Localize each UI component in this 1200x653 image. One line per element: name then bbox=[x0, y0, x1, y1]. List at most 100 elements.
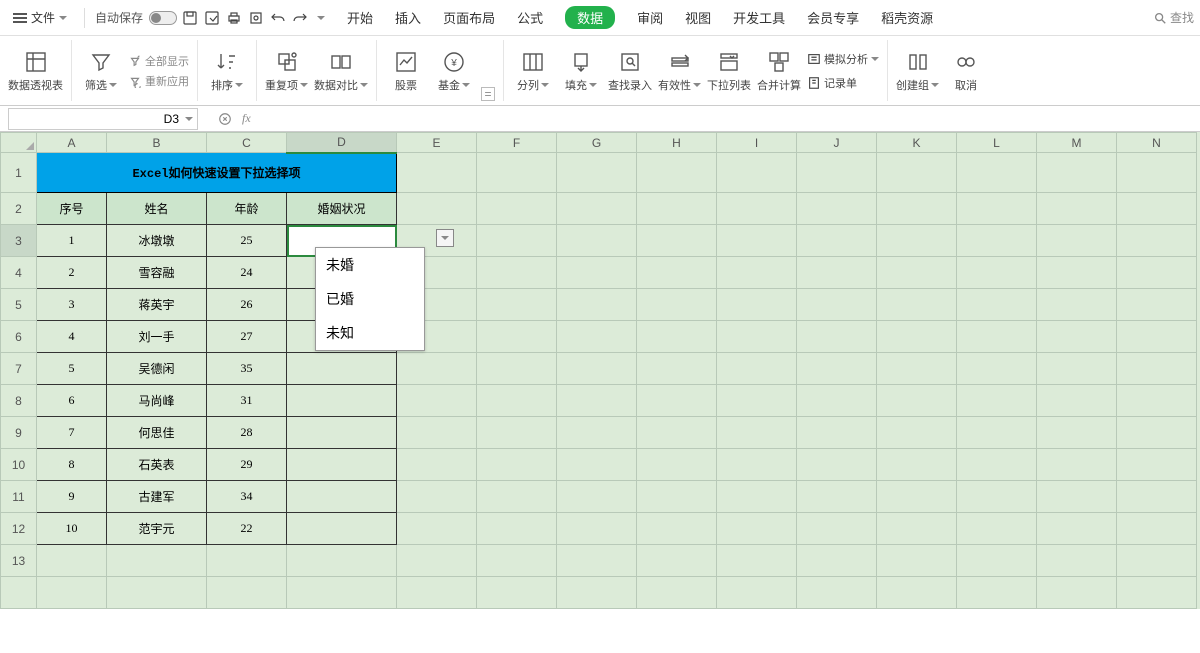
cell[interactable] bbox=[207, 545, 287, 577]
group-button[interactable]: 创建组 bbox=[896, 49, 939, 93]
cell[interactable] bbox=[1037, 449, 1117, 481]
cell[interactable] bbox=[477, 289, 557, 321]
cell[interactable] bbox=[1037, 385, 1117, 417]
undo-icon[interactable] bbox=[269, 9, 287, 27]
cell[interactable] bbox=[287, 545, 397, 577]
cell[interactable] bbox=[877, 353, 957, 385]
cell[interactable] bbox=[797, 257, 877, 289]
cell[interactable] bbox=[957, 257, 1037, 289]
cell[interactable] bbox=[397, 193, 477, 225]
cell[interactable] bbox=[717, 225, 797, 257]
tab-审阅[interactable]: 审阅 bbox=[637, 6, 663, 29]
data-cell[interactable]: 范宇元 bbox=[107, 513, 207, 545]
data-cell[interactable]: 石英表 bbox=[107, 449, 207, 481]
record-form-button[interactable]: 记录单 bbox=[807, 75, 879, 91]
cell[interactable] bbox=[957, 385, 1037, 417]
column-header[interactable]: H bbox=[637, 133, 717, 153]
dedup-button[interactable]: 重复项 bbox=[265, 49, 308, 93]
data-cell[interactable]: 34 bbox=[207, 481, 287, 513]
data-cell[interactable]: 古建军 bbox=[107, 481, 207, 513]
cell[interactable] bbox=[557, 385, 637, 417]
cell[interactable] bbox=[557, 545, 637, 577]
cell[interactable] bbox=[1117, 289, 1197, 321]
row-header[interactable]: 10 bbox=[1, 449, 37, 481]
cell[interactable] bbox=[957, 481, 1037, 513]
cell[interactable] bbox=[477, 513, 557, 545]
tab-会员专享[interactable]: 会员专享 bbox=[807, 6, 859, 29]
cell[interactable] bbox=[957, 353, 1037, 385]
name-box[interactable]: D3 bbox=[8, 108, 198, 130]
cell[interactable] bbox=[717, 385, 797, 417]
cell[interactable] bbox=[477, 153, 557, 193]
column-header[interactable]: C bbox=[207, 133, 287, 153]
cell[interactable] bbox=[477, 257, 557, 289]
cell[interactable] bbox=[957, 289, 1037, 321]
tab-稻壳资源[interactable]: 稻壳资源 bbox=[881, 6, 933, 29]
data-cell[interactable]: 马尚峰 bbox=[107, 385, 207, 417]
fx-icon[interactable]: fx bbox=[242, 111, 251, 126]
cell[interactable] bbox=[797, 577, 877, 609]
cell[interactable] bbox=[397, 385, 477, 417]
save-as-icon[interactable] bbox=[203, 9, 221, 27]
cell[interactable] bbox=[637, 385, 717, 417]
formula-input[interactable] bbox=[251, 109, 1200, 129]
cell[interactable] bbox=[287, 577, 397, 609]
cell[interactable] bbox=[1117, 449, 1197, 481]
cell[interactable] bbox=[957, 417, 1037, 449]
cell[interactable] bbox=[877, 417, 957, 449]
cell[interactable] bbox=[1117, 193, 1197, 225]
cell[interactable] bbox=[1037, 545, 1117, 577]
cell[interactable] bbox=[877, 257, 957, 289]
tab-插入[interactable]: 插入 bbox=[395, 6, 421, 29]
cell[interactable] bbox=[637, 481, 717, 513]
data-cell[interactable]: 8 bbox=[37, 449, 107, 481]
column-header[interactable]: D bbox=[287, 133, 397, 153]
cell[interactable] bbox=[957, 577, 1037, 609]
row-header[interactable]: 7 bbox=[1, 353, 37, 385]
data-cell[interactable]: 6 bbox=[37, 385, 107, 417]
save-icon[interactable] bbox=[181, 9, 199, 27]
whatif-button[interactable]: 模拟分析 bbox=[807, 51, 879, 67]
tab-页面布局[interactable]: 页面布局 bbox=[443, 6, 495, 29]
data-compare-button[interactable]: 数据对比 bbox=[314, 49, 368, 93]
cell[interactable] bbox=[637, 417, 717, 449]
fill-button[interactable]: 填充 bbox=[560, 49, 602, 93]
column-header[interactable]: K bbox=[877, 133, 957, 153]
cell[interactable] bbox=[637, 513, 717, 545]
ungroup-button[interactable]: 取消 bbox=[945, 49, 987, 93]
row-header[interactable]: 9 bbox=[1, 417, 37, 449]
column-header[interactable]: L bbox=[957, 133, 1037, 153]
cell[interactable] bbox=[957, 193, 1037, 225]
cell[interactable] bbox=[1037, 153, 1117, 193]
redo-icon[interactable] bbox=[291, 9, 309, 27]
cell[interactable] bbox=[797, 385, 877, 417]
column-header[interactable]: I bbox=[717, 133, 797, 153]
print-icon[interactable] bbox=[225, 9, 243, 27]
cell[interactable] bbox=[717, 417, 797, 449]
row-header[interactable]: 2 bbox=[1, 193, 37, 225]
cell[interactable] bbox=[637, 193, 717, 225]
cell[interactable] bbox=[477, 385, 557, 417]
cell[interactable] bbox=[877, 577, 957, 609]
cell[interactable] bbox=[877, 513, 957, 545]
tab-数据[interactable]: 数据 bbox=[565, 6, 615, 29]
cell[interactable] bbox=[477, 193, 557, 225]
cell[interactable] bbox=[877, 385, 957, 417]
cell[interactable] bbox=[107, 577, 207, 609]
cell[interactable] bbox=[1117, 153, 1197, 193]
grid-table[interactable]: ABCDEFGHIJKLMN1Excel如何快速设置下拉选择项2序号姓名年龄婚姻… bbox=[0, 132, 1197, 609]
cell[interactable] bbox=[1117, 385, 1197, 417]
cell[interactable] bbox=[957, 449, 1037, 481]
cell[interactable] bbox=[797, 289, 877, 321]
column-header[interactable]: J bbox=[797, 133, 877, 153]
cell[interactable] bbox=[1117, 257, 1197, 289]
cell[interactable] bbox=[1037, 513, 1117, 545]
validation-option[interactable]: 未知 bbox=[316, 316, 424, 350]
cell[interactable] bbox=[477, 449, 557, 481]
cell[interactable] bbox=[797, 321, 877, 353]
cell[interactable] bbox=[557, 417, 637, 449]
cell[interactable] bbox=[877, 193, 957, 225]
data-cell[interactable]: 刘一手 bbox=[107, 321, 207, 353]
cell[interactable] bbox=[1037, 481, 1117, 513]
cell[interactable] bbox=[717, 577, 797, 609]
